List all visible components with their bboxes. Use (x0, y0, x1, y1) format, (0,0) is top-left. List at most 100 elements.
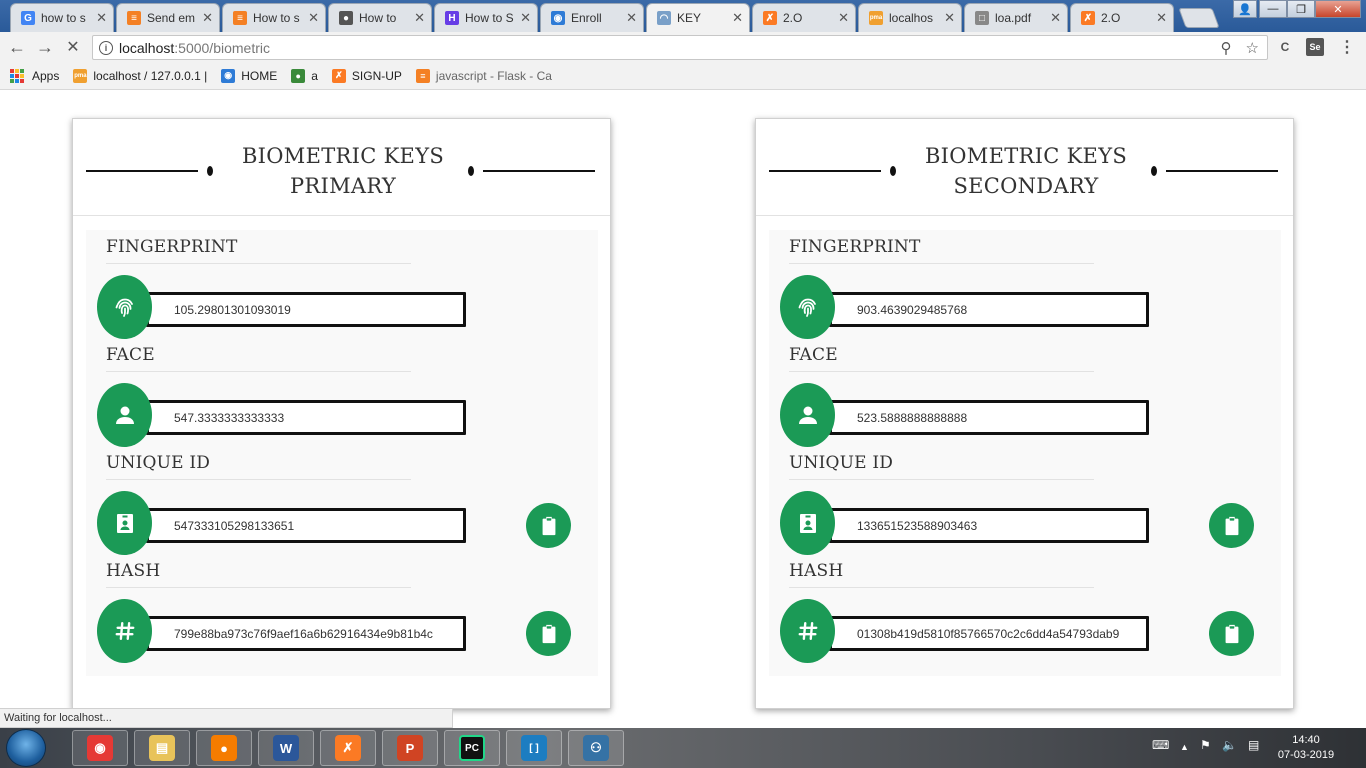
section-label: UNIQUE ID (789, 446, 1094, 480)
section-label: HASH (106, 554, 411, 588)
key-value-field[interactable]: 133651523588903463 (829, 508, 1149, 543)
tab-close-icon[interactable]: ✕ (944, 10, 955, 26)
browser-tab[interactable]: ≡ Send em ✕ (116, 3, 220, 32)
chrome-icon: ◉ (87, 735, 113, 761)
xampp-icon: ✗ (331, 68, 346, 83)
browser-toolbar: ← → ✕ i localhost:5000/biometric ⚲ ☆ C S… (0, 32, 1366, 62)
address-bar[interactable]: i localhost:5000/biometric ⚲ ☆ (92, 35, 1268, 60)
tab-close-icon[interactable]: ✕ (96, 10, 107, 26)
chrome-icon: ◉ (221, 68, 236, 83)
taskbar-app[interactable]: P (382, 730, 438, 766)
tab-close-icon[interactable]: ✕ (308, 10, 319, 26)
browser-tab[interactable]: ◠ KEY ✕ (646, 3, 750, 32)
section-label: UNIQUE ID (106, 446, 411, 480)
section-label: HASH (789, 554, 1094, 588)
tab-close-icon[interactable]: ✕ (1156, 10, 1167, 26)
key-value-field[interactable]: 903.4639029485768 (829, 292, 1149, 327)
network-icon[interactable]: ▤ (1248, 738, 1259, 752)
zoom-icon[interactable]: ⚲ (1221, 39, 1232, 57)
person-icon (97, 383, 152, 447)
copy-button[interactable] (526, 503, 571, 548)
maximize-button[interactable]: ❐ (1287, 0, 1315, 18)
xampp-icon: ✗ (1081, 11, 1095, 25)
google-icon: G (21, 11, 35, 25)
tab-close-icon[interactable]: ✕ (732, 10, 743, 26)
tab-label: loa.pdf (995, 11, 1032, 25)
url-host: localhost (119, 39, 175, 56)
info-icon[interactable]: i (99, 40, 113, 55)
key-value-field[interactable]: 547333105298133651 (146, 508, 466, 543)
menu-icon[interactable]: ⋮ (1338, 38, 1356, 56)
taskbar-app[interactable]: ◉ (72, 730, 128, 766)
divider-dot (468, 166, 474, 176)
taskbar-app[interactable]: ⚇ (568, 730, 624, 766)
start-button[interactable] (6, 729, 46, 767)
card-title: BIOMETRIC KEYS PRIMARY (241, 144, 445, 198)
user-profile-button[interactable]: 👤 (1233, 0, 1257, 18)
taskbar-app[interactable]: PC (444, 730, 500, 766)
system-clock[interactable]: 14:40 07-03-2019 (1276, 733, 1336, 763)
keyboard-icon[interactable]: ⌨ (1152, 738, 1169, 752)
pycharm-icon: PC (459, 735, 485, 761)
powerpoint-icon: P (397, 735, 423, 761)
browser-tab[interactable]: Ghow to s ✕ (10, 3, 114, 32)
minimize-button[interactable]: — (1259, 0, 1287, 18)
key-value-field[interactable]: 799e88ba973c76f9aef16a6b62916434e9b81b4c (146, 616, 466, 651)
browser-tab[interactable]: ✗ 2.O ✕ (752, 3, 856, 32)
key-value-field[interactable]: 523.5888888888888 (829, 400, 1149, 435)
word-icon: W (273, 735, 299, 761)
taskbar-app[interactable]: W (258, 730, 314, 766)
bookmark-item[interactable]: Apps (10, 68, 59, 83)
bookmark-item[interactable]: ✗ SIGN-UP (331, 68, 402, 83)
stackoverflow-icon: ≡ (233, 11, 247, 25)
copy-button[interactable] (526, 611, 571, 656)
action-center-icon[interactable]: ⚑ (1200, 738, 1211, 752)
section-label: FINGERPRINT (106, 230, 411, 264)
browser-tab[interactable]: ✗ 2.O ✕ (1070, 3, 1174, 32)
tab-label: 2.O (1101, 11, 1121, 25)
selenium-ide-icon[interactable]: Se (1306, 38, 1324, 56)
taskbar-app[interactable]: ▤ (134, 730, 190, 766)
taskbar-app[interactable]: [ ] (506, 730, 562, 766)
bookmark-star-icon[interactable]: ☆ (1246, 39, 1259, 57)
forward-button[interactable]: → (34, 36, 56, 58)
stop-loading-button[interactable]: ✕ (62, 36, 84, 58)
tab-close-icon[interactable]: ✕ (626, 10, 637, 26)
tab-close-icon[interactable]: ✕ (838, 10, 849, 26)
tab-label: How to s (253, 11, 300, 25)
bookmark-item[interactable]: ◉ HOME (221, 68, 277, 83)
tray-expand-icon[interactable]: ▲ (1180, 742, 1189, 752)
xampp-icon: ✗ (335, 735, 361, 761)
key-value-field[interactable]: 547.3333333333333 (146, 400, 466, 435)
divider-dot (1151, 166, 1157, 176)
tab-close-icon[interactable]: ✕ (520, 10, 531, 26)
copy-button[interactable] (1209, 503, 1254, 548)
file-explorer-icon: ▤ (149, 735, 175, 761)
taskbar-app[interactable]: ● (196, 730, 252, 766)
tab-close-icon[interactable]: ✕ (202, 10, 213, 26)
copy-button[interactable] (1209, 611, 1254, 656)
taskbar-app[interactable]: ✗ (320, 730, 376, 766)
key-value-field[interactable]: 01308b419d5810f85766570c2c6dd4a54793dab9 (829, 616, 1149, 651)
close-window-button[interactable]: ✕ (1315, 0, 1361, 18)
tab-close-icon[interactable]: ✕ (1050, 10, 1061, 26)
arrow-right-icon: → (36, 36, 54, 57)
bookmark-item[interactable]: ≡ javascript - Flask - Ca (415, 68, 552, 83)
browser-tab[interactable]: ◉ Enroll ✕ (540, 3, 644, 32)
back-button[interactable]: ← (6, 36, 28, 58)
bookmark-item[interactable]: pma localhost / 127.0.0.1 | (73, 68, 207, 83)
document-icon: □ (975, 11, 989, 25)
bookmark-label: SIGN-UP (351, 68, 402, 83)
new-tab-button[interactable] (1178, 8, 1220, 28)
extension-icon[interactable]: C (1276, 38, 1294, 56)
browser-tab[interactable]: ≡ How to s ✕ (222, 3, 326, 32)
volume-icon[interactable]: 🔈 (1222, 738, 1237, 752)
browser-tab[interactable]: □ loa.pdf ✕ (964, 3, 1068, 32)
tab-close-icon[interactable]: ✕ (414, 10, 425, 26)
tab-strip: Ghow to s ✕ ≡ Send em ✕ ≡ How to s ✕ ● How to ✕ H Ho… (0, 0, 1366, 32)
key-value-field[interactable]: 105.29801301093019 (146, 292, 466, 327)
browser-tab[interactable]: H How to S ✕ (434, 3, 538, 32)
browser-tab[interactable]: ● How to ✕ (328, 3, 432, 32)
bookmark-item[interactable]: ● a (291, 68, 318, 83)
browser-tab[interactable]: pma localhos ✕ (858, 3, 962, 32)
